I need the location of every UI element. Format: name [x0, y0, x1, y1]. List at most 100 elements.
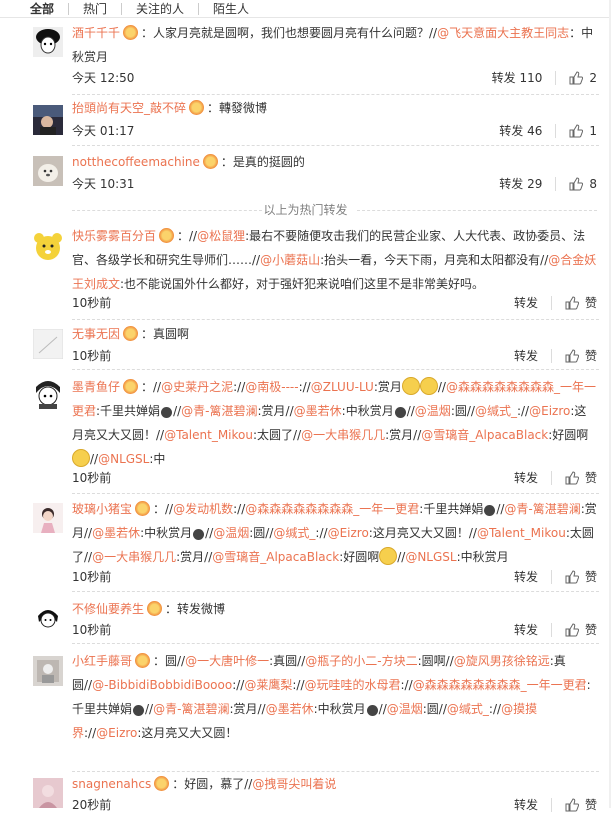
mention-link[interactable]: @NLGSL	[405, 550, 456, 564]
avatar[interactable]	[33, 329, 63, 359]
avatar[interactable]	[33, 105, 63, 135]
comment-footer: 今天 12:50 转发 110 2	[72, 68, 597, 88]
forward-button[interactable]: 转发	[514, 795, 538, 815]
avatar[interactable]	[33, 27, 63, 57]
forward-button[interactable]: 转发	[514, 293, 538, 313]
mention-link[interactable]: @Talent_Mikou	[164, 428, 253, 442]
mention-link[interactable]: @Eizro	[96, 726, 137, 740]
mention-link[interactable]: @森森森森森森森森_一年一更君	[245, 502, 419, 516]
user-name-link[interactable]: 酒千千千	[72, 26, 120, 40]
like-button[interactable]: 赞	[565, 346, 597, 366]
mention-link[interactable]: @一大唐叶修一	[185, 654, 269, 668]
mention-link[interactable]: @温烟	[387, 702, 423, 716]
user-name-link[interactable]: 抬頭尚有天空_敲不碎	[72, 101, 186, 115]
comment-text-segment: //	[378, 702, 387, 716]
user-name-link[interactable]: snagnenahcs	[72, 777, 151, 791]
mention-link[interactable]: @拽哥尖叫着说	[252, 777, 336, 791]
mention-link[interactable]: @缄式_	[273, 526, 315, 540]
forward-button[interactable]: 转发	[514, 620, 538, 640]
tab-following[interactable]: 关注的人	[122, 2, 200, 15]
user-name-link[interactable]: 小红手藤哥	[72, 654, 132, 668]
comment-item: notthecoffeemachine ：是真的挺圆的 今天 10:31 转发 2…	[0, 146, 611, 198]
mention-link[interactable]: @森森森森森森森森_一年一更君	[413, 678, 587, 692]
like-button[interactable]: 赞	[565, 620, 597, 640]
mention-link[interactable]: @Eizro	[529, 404, 570, 418]
emoticon-icon	[419, 377, 438, 395]
mention-link[interactable]: @Eizro	[328, 526, 369, 540]
mention-link[interactable]: @墨若休	[92, 526, 140, 540]
like-button[interactable]: 赞	[565, 293, 597, 313]
mention-link[interactable]: @-BibbidiBobbidiBoooo	[92, 678, 232, 692]
mention-link[interactable]: @一大串猴几几	[92, 550, 176, 564]
mention-link[interactable]: @飞天意面大主教王同志	[437, 26, 569, 40]
avatar[interactable]	[33, 503, 63, 533]
tab-strangers[interactable]: 陌生人	[199, 3, 263, 15]
mention-link[interactable]: @南极----	[245, 380, 298, 394]
mention-link[interactable]: @缄式_	[447, 702, 489, 716]
mention-link[interactable]: @青-篱湛碧澜	[504, 502, 580, 516]
mention-link[interactable]: @青-篱湛碧澜	[153, 702, 229, 716]
like-label: 赞	[584, 570, 597, 584]
mention-link[interactable]: @发动机数	[173, 502, 233, 516]
mention-link[interactable]: @小蘑菇山	[260, 253, 320, 267]
like-button[interactable]: 赞	[565, 795, 597, 815]
tab-hot[interactable]: 热门	[69, 2, 123, 15]
mention-link[interactable]: @雪璃音_AlpacaBlack	[421, 428, 548, 442]
mention-link[interactable]: @Talent_Mikou	[477, 526, 566, 540]
user-name-link[interactable]: 玻璃小猪宝	[72, 502, 132, 516]
comment-text-segment: //	[406, 404, 415, 418]
comment-text-segment: //	[90, 452, 99, 466]
user-name-link[interactable]: 快乐雾雾百分百	[72, 229, 156, 243]
user-name-link[interactable]: 墨青鱼仔	[72, 380, 120, 394]
comment-text-segment: ://	[84, 726, 97, 740]
like-button[interactable]: 1	[569, 121, 597, 141]
mention-link[interactable]: @瓶子的小二-方块二	[305, 654, 417, 668]
mention-link[interactable]: @松鼠狸	[197, 229, 245, 243]
mention-link[interactable]: @墨若休	[266, 702, 314, 716]
forward-button[interactable]: 转发 110	[492, 68, 543, 88]
mention-link[interactable]: @温烟	[213, 526, 249, 540]
mention-link[interactable]: @史莱丹之泥	[161, 380, 233, 394]
tab-all[interactable]: 全部	[30, 2, 70, 15]
forward-button[interactable]: 转发	[514, 468, 538, 488]
mention-link[interactable]: @青-篱湛碧澜	[181, 404, 257, 418]
avatar[interactable]	[33, 231, 63, 261]
forward-button[interactable]: 转发	[514, 567, 538, 587]
user-name-link[interactable]: 无事无因	[72, 327, 120, 341]
like-label: 赞	[584, 623, 597, 637]
forward-button[interactable]: 转发 46	[499, 121, 542, 141]
mention-link[interactable]: @温烟	[415, 404, 451, 418]
avatar[interactable]	[33, 156, 63, 186]
comment-text-segment: ：//	[141, 380, 162, 394]
mention-link[interactable]: @缄式_	[475, 404, 517, 418]
like-button[interactable]: 2	[569, 68, 597, 88]
avatar[interactable]	[33, 602, 63, 632]
mention-link[interactable]: @旋风男孩徐铭远	[454, 654, 550, 668]
comment-text-segment: //	[145, 702, 154, 716]
user-name-link[interactable]: 不修仙要养生	[72, 602, 144, 616]
avatar[interactable]	[33, 778, 63, 808]
comment-item: 不修仙要养生 ：转发微博 10秒前 转发 赞	[0, 592, 611, 644]
like-button[interactable]: 8	[569, 174, 597, 194]
mention-link[interactable]: @ZLUU-LU	[311, 380, 374, 394]
thumbs-up-icon	[565, 798, 579, 812]
mention-link[interactable]: @一大串猴几几	[301, 428, 385, 442]
user-name-link[interactable]: notthecoffeemachine	[72, 155, 200, 169]
comment-text-segment: :圆//	[422, 702, 447, 716]
forward-button[interactable]: 转发	[514, 346, 538, 366]
mention-link[interactable]: @玩哇哇的水母君	[305, 678, 401, 692]
forward-button[interactable]: 转发 29	[499, 174, 542, 194]
mention-link[interactable]: @NLGSL	[98, 452, 149, 466]
like-button[interactable]: 赞	[565, 468, 597, 488]
mention-link[interactable]: @雪璃音_AlpacaBlack	[212, 550, 339, 564]
avatar[interactable]	[33, 379, 63, 409]
comment-text-segment: :千里共婵娟	[96, 404, 161, 418]
mention-link[interactable]: @墨若休	[294, 404, 342, 418]
like-label: 赞	[584, 296, 597, 310]
comment-footer: 10秒前 转发 赞	[72, 567, 597, 587]
comment-text-segment: ：//	[177, 229, 198, 243]
like-button[interactable]: 赞	[565, 567, 597, 587]
comment-time: 10秒前	[72, 623, 112, 637]
mention-link[interactable]: @莱鹰梨	[244, 678, 292, 692]
avatar[interactable]	[33, 656, 63, 686]
